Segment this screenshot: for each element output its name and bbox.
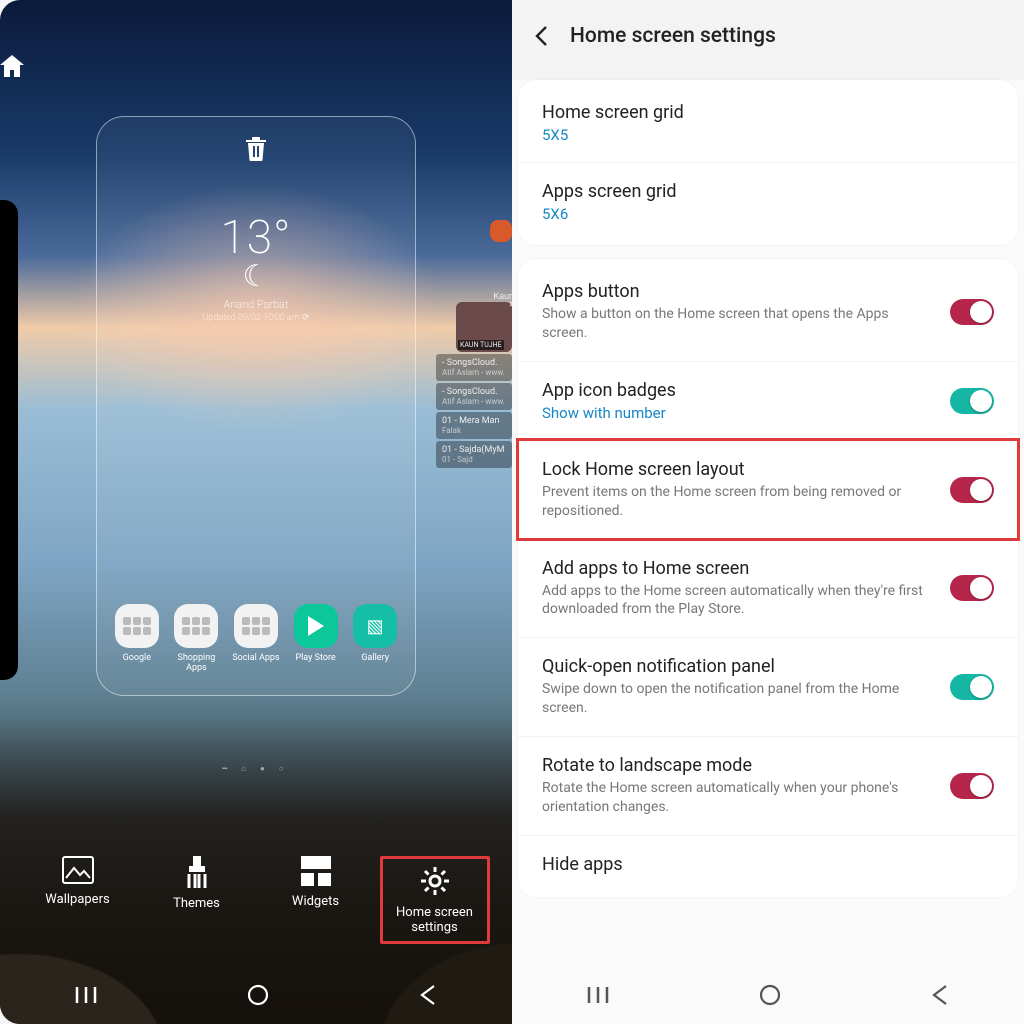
home-edit-screen: 13° ☾ Anand Parbat Updated 09/02 10:00 a…: [0, 0, 512, 1024]
apps-button-row[interactable]: Apps button Show a button on the Home sc…: [518, 263, 1018, 361]
home-page-preview[interactable]: 13° ☾ Anand Parbat Updated 09/02 10:00 a…: [96, 116, 416, 696]
widgets-button[interactable]: Widgets: [261, 856, 371, 944]
quick-open-toggle[interactable]: [950, 674, 994, 700]
lock-layout-row[interactable]: Lock Home screen layout Prevent items on…: [518, 440, 1018, 539]
weather-temp: 13°: [203, 211, 310, 265]
home-screen-settings-page: Home screen settings Home screen grid 5X…: [512, 0, 1024, 1024]
apps-screen-grid-row[interactable]: Apps screen grid 5X6: [518, 162, 1018, 241]
add-apps-row[interactable]: Add apps to Home screen Add apps to the …: [518, 539, 1018, 638]
home-nav-icon[interactable]: [759, 984, 781, 1006]
moon-icon: ☾: [203, 259, 310, 294]
home-screen-settings-button[interactable]: Home screen settings: [380, 856, 490, 944]
nav-bar: [0, 972, 512, 1018]
back-nav-icon[interactable]: [931, 984, 949, 1006]
home-icon[interactable]: [0, 55, 512, 77]
badges-toggle[interactable]: [950, 388, 994, 414]
quick-open-row[interactable]: Quick-open notification panel Swipe down…: [518, 637, 1018, 736]
app-label: Google: [123, 653, 151, 663]
music-header: Kaur: [436, 292, 512, 302]
gear-icon: [385, 865, 485, 897]
rotate-toggle[interactable]: [950, 773, 994, 799]
list-item[interactable]: 01 - Sajda(MyM01 - Sajd: [436, 441, 512, 468]
back-icon[interactable]: [534, 25, 548, 47]
folder-social[interactable]: Social Apps: [229, 604, 283, 673]
wallpapers-icon: [23, 856, 133, 884]
list-item[interactable]: - SongsCloud.Atif Aslam - www.: [436, 354, 512, 381]
next-page-edge[interactable]: Kaur KAUN TUJHE - SongsCloud.Atif Aslam …: [436, 220, 512, 468]
home-nav-icon[interactable]: [247, 984, 269, 1006]
app-gallery[interactable]: ▧ Gallery: [348, 604, 402, 673]
weather-location: Anand Parbat: [203, 298, 310, 311]
page-indicator: ━ ⌂ ● ○: [0, 764, 512, 773]
lock-layout-toggle[interactable]: [950, 477, 994, 503]
weather-widget[interactable]: 13° ☾ Anand Parbat Updated 09/02 10:00 a…: [203, 211, 310, 323]
add-apps-toggle[interactable]: [950, 575, 994, 601]
recents-nav-icon[interactable]: [75, 986, 97, 1004]
weather-updated: Updated 09/02 10:00 am ⟳: [203, 313, 310, 323]
app-icon-badges-row[interactable]: App icon badges Show with number: [518, 361, 1018, 440]
widgets-icon: [261, 856, 371, 886]
wallpapers-button[interactable]: Wallpapers: [23, 856, 133, 944]
themes-icon: [142, 856, 252, 888]
folder-shopping[interactable]: Shopping Apps: [169, 604, 223, 673]
apps-button-toggle[interactable]: [950, 299, 994, 325]
list-item[interactable]: - SongsCloud.Atif Aslam - www.: [436, 383, 512, 410]
themes-button[interactable]: Themes: [142, 856, 252, 944]
app-chip-icon: [490, 220, 512, 242]
app-label: Gallery: [361, 653, 389, 663]
app-label: Play Store: [295, 653, 335, 663]
nav-bar: [512, 966, 1024, 1024]
rotate-landscape-row[interactable]: Rotate to landscape mode Rotate the Home…: [518, 736, 1018, 835]
back-nav-icon[interactable]: [419, 984, 437, 1006]
app-label: Social Apps: [232, 653, 279, 663]
app-play-store[interactable]: Play Store: [289, 604, 343, 673]
app-label: Shopping Apps: [178, 653, 216, 673]
music-thumbnail: KAUN TUJHE: [456, 302, 512, 352]
page-title: Home screen settings: [570, 24, 776, 48]
home-screen-grid-row[interactable]: Home screen grid 5X5: [518, 84, 1018, 162]
list-item[interactable]: 01 - Mera ManFalak: [436, 412, 512, 439]
delete-page-icon[interactable]: [245, 137, 267, 161]
settings-header: Home screen settings: [512, 0, 1024, 80]
folder-google[interactable]: Google: [110, 604, 164, 673]
hide-apps-row[interactable]: Hide apps: [518, 835, 1018, 893]
prev-page-edge[interactable]: [0, 200, 18, 680]
recents-nav-icon[interactable]: [587, 986, 609, 1004]
